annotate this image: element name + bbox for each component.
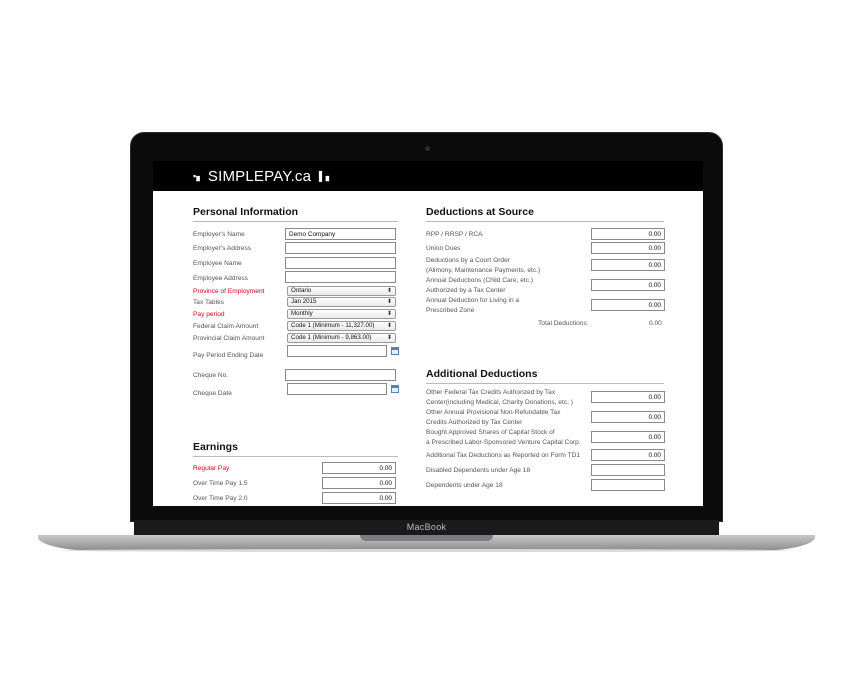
cheque-no-label: Cheque No. [193, 372, 229, 379]
employee-address-input[interactable] [285, 271, 396, 283]
total-deductions-label: Total Deductions [538, 320, 587, 327]
employer-name-input[interactable]: Demo Company [285, 228, 396, 240]
pay-period-end-label: Pay Period Ending Date [193, 352, 264, 359]
overtime-15-input[interactable]: 0.00 [322, 477, 396, 489]
cheque-date-input[interactable] [287, 383, 387, 395]
app-header: ▪▖ SIMPLEPAY.ca ▐▗ [153, 161, 703, 191]
prescribed-zone-label-1: Annual Deduction for Living in a [426, 297, 520, 304]
select-arrows-icon: ⬍ [386, 299, 392, 305]
prescribed-zone-input[interactable]: 0.00 [591, 299, 665, 311]
logo-right-mark-icon: ▐▗ [315, 171, 330, 181]
employer-address-label: Employer's Address [193, 245, 252, 252]
select-arrows-icon: ⬍ [386, 323, 392, 329]
tax-tables-select[interactable]: Jan 2015 ⬍ [287, 297, 396, 307]
dependents-label: Dependents under Age 18 [426, 482, 503, 489]
overtime-15-label: Over Time Pay 1.5 [193, 480, 248, 487]
provincial-claim-selected: Code 1 (Minimum - 9,863.00) [291, 334, 372, 341]
shares-label-2: a Prescribed Labor-Sponsored Venture Cap… [426, 439, 581, 446]
tax-tables-label: Tax Tables [193, 299, 225, 306]
cheque-date-label: Cheque Date [193, 390, 232, 397]
shares-label-1: Bought Approved Shares of Capital Stock … [426, 429, 555, 436]
td1-label: Additional Tax Deductions as Reported on… [426, 452, 581, 459]
overtime-20-label: Over Time Pay 2.0 [193, 495, 248, 502]
logo[interactable]: ▪▖ SIMPLEPAY.ca ▐▗ [193, 168, 329, 185]
union-label: Union Dues [426, 245, 461, 252]
rpp-label: RPP / RRSP / RCA [426, 231, 483, 238]
court-order-label-2: (Alimony, Maintenance Payments, etc.) [426, 267, 541, 274]
select-arrows-icon: ⬍ [386, 335, 392, 341]
select-arrows-icon: ⬍ [386, 311, 392, 317]
provincial-credits-input[interactable]: 0.00 [591, 411, 665, 423]
laptop-chin: MacBook [134, 520, 719, 536]
employee-address-label: Employee Address [193, 275, 248, 282]
pay-period-select[interactable]: Monthly ⬍ [287, 309, 396, 319]
employee-name-input[interactable] [285, 257, 396, 269]
provincial-credits-label-2: Credits Authorized by Tax Center [426, 419, 523, 426]
pay-period-label: Pay period [193, 311, 225, 318]
cheque-no-input[interactable] [285, 369, 396, 381]
tax-tables-selected: Jan 2015 [291, 298, 317, 305]
calendar-icon[interactable] [391, 385, 399, 393]
select-arrows-icon: ⬍ [386, 288, 392, 294]
provincial-claim-label: Provincial Claim Amount [193, 335, 265, 342]
laptop-shadow [60, 549, 793, 552]
device-label: MacBook [406, 522, 447, 532]
province-select[interactable]: Ontario ⬍ [287, 286, 396, 296]
pay-period-end-input[interactable] [287, 345, 387, 357]
annual-deductions-label-2: Authorized by a Tax Center [426, 287, 506, 294]
federal-claim-label: Federal Claim Amount [193, 323, 259, 330]
court-order-label-1: Deductions by a Court Order [426, 257, 510, 264]
disabled-dependents-label: Disabled Dependents under Age 18 [426, 467, 531, 474]
logo-text: SIMPLEPAY.ca [207, 168, 312, 185]
prescribed-zone-label-2: Prescribed Zone [426, 307, 475, 314]
annual-deductions-label-1: Annual Deductions (Child Care, etc.) [426, 277, 534, 284]
additional-deductions-title: Additional Deductions [426, 368, 664, 384]
screen: ▪▖ SIMPLEPAY.ca ▐▗ Personal Information … [153, 161, 703, 506]
federal-credits-label-2: Center(including Medical, Charity Donati… [426, 399, 573, 406]
total-deductions-value: 0.00 [649, 320, 662, 327]
provincial-credits-label-1: Other Annual Provisional Non-Refundable … [426, 409, 561, 416]
overtime-20-input[interactable]: 0.00 [322, 492, 396, 504]
dependents-input[interactable] [591, 479, 665, 491]
regular-pay-input[interactable]: 0.00 [322, 462, 396, 474]
logo-left-mark-icon: ▪▖ [193, 171, 204, 181]
deductions-title: Deductions at Source [426, 206, 664, 222]
personal-info-title: Personal Information [193, 206, 398, 222]
federal-credits-label-1: Other Federal Tax Credits Authorized by … [426, 389, 556, 396]
court-order-input[interactable]: 0.00 [591, 259, 665, 271]
pay-period-selected: Monthly [291, 310, 313, 317]
province-label: Province of Employment [193, 288, 265, 295]
annual-deductions-input[interactable]: 0.00 [591, 279, 665, 291]
federal-claim-selected: Code 1 (Minimum - 11,327.00) [291, 322, 375, 329]
camera-icon [425, 146, 430, 151]
employer-address-input[interactable] [285, 242, 396, 254]
province-selected: Ontario [291, 287, 312, 294]
federal-claim-select[interactable]: Code 1 (Minimum - 11,327.00) ⬍ [287, 321, 396, 331]
provincial-claim-select[interactable]: Code 1 (Minimum - 9,863.00) ⬍ [287, 333, 396, 343]
regular-pay-label: Regular Pay [193, 465, 230, 472]
union-input[interactable]: 0.00 [591, 242, 665, 254]
employer-name-label: Employer's Name [193, 231, 245, 238]
earnings-title: Earnings [193, 441, 398, 457]
shares-input[interactable]: 0.00 [591, 431, 665, 443]
federal-credits-input[interactable]: 0.00 [591, 391, 665, 403]
laptop-notch [360, 535, 493, 541]
calendar-icon[interactable] [391, 347, 399, 355]
employee-name-label: Employee Name [193, 260, 242, 267]
disabled-dependents-input[interactable] [591, 464, 665, 476]
td1-input[interactable]: 0.00 [591, 449, 665, 461]
rpp-input[interactable]: 0.00 [591, 228, 665, 240]
